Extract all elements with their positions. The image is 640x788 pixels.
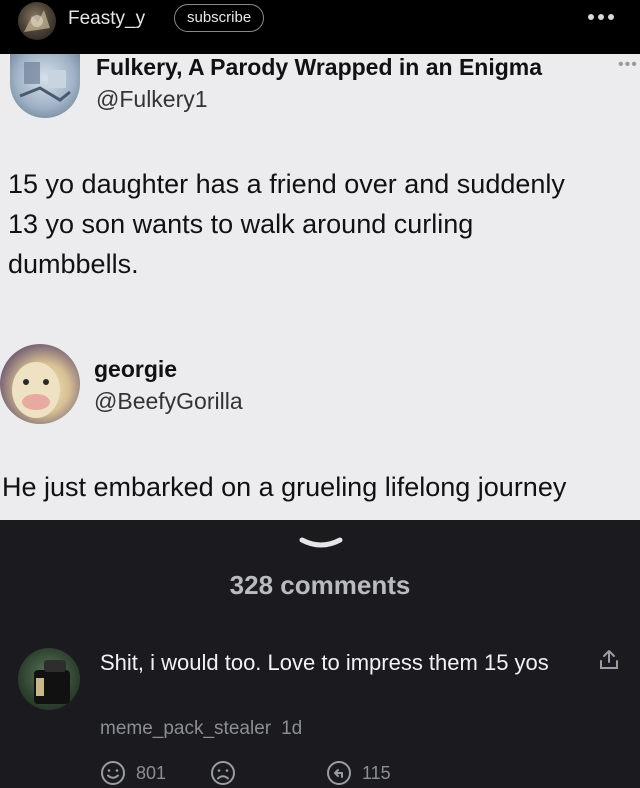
like-count: 801 <box>136 763 167 783</box>
tweet2-name: georgie <box>94 356 178 382</box>
poster-name[interactable]: Feasty_y <box>68 8 145 30</box>
frown-icon[interactable] <box>210 760 236 786</box>
tweet1-line: dumbbells. <box>8 249 139 279</box>
chevron-down-icon[interactable] <box>298 534 344 554</box>
comments-count: 328 comments <box>229 570 411 600</box>
smile-icon[interactable] <box>100 760 126 786</box>
poster-avatar[interactable] <box>18 2 56 40</box>
comment-text: Shit, i would too. Love to impress them … <box>100 650 549 675</box>
tweet1-name: Fulkery, A Parody Wrapped in an Enigma <box>96 54 543 80</box>
tweet2-body: He just embarked on a grueling lifelong … <box>2 472 567 502</box>
meme-image[interactable]: Fulkery, A Parody Wrapped in an Enigma •… <box>0 54 640 520</box>
comment-author[interactable]: meme_pack_stealer <box>100 718 271 739</box>
tweet2-avatar <box>0 344 80 424</box>
avatar-image <box>12 362 60 418</box>
tweet2-handle: @BeefyGorilla <box>94 388 243 414</box>
tweet1-line: 15 yo daughter has a friend over and sud… <box>8 169 565 199</box>
avatar-image <box>19 62 71 102</box>
comments-section: 328 comments Shit, i would too. Love to … <box>0 520 640 788</box>
tweet1-more-icon: ••• <box>618 56 638 73</box>
share-icon[interactable] <box>598 648 620 672</box>
avatar-image <box>24 10 50 32</box>
comment-age: 1d <box>281 718 303 739</box>
avatar-image <box>34 660 70 704</box>
tweet1-handle: @Fulkery1 <box>96 86 208 112</box>
tweet1-body: 15 yo daughter has a friend over and sud… <box>8 164 565 284</box>
more-dots-icon[interactable] <box>586 8 616 24</box>
post-header: Feasty_y subscribe <box>0 0 640 54</box>
commenter-avatar[interactable] <box>18 648 80 710</box>
subscribe-button[interactable]: subscribe <box>174 4 265 32</box>
comment-meta: meme_pack_stealer 1d <box>100 718 302 740</box>
tweet1-avatar <box>10 54 80 118</box>
reply-count: 115 <box>362 763 391 783</box>
tweet1-line: 13 yo son wants to walk around curling <box>8 209 474 239</box>
reply-icon[interactable] <box>326 760 352 786</box>
